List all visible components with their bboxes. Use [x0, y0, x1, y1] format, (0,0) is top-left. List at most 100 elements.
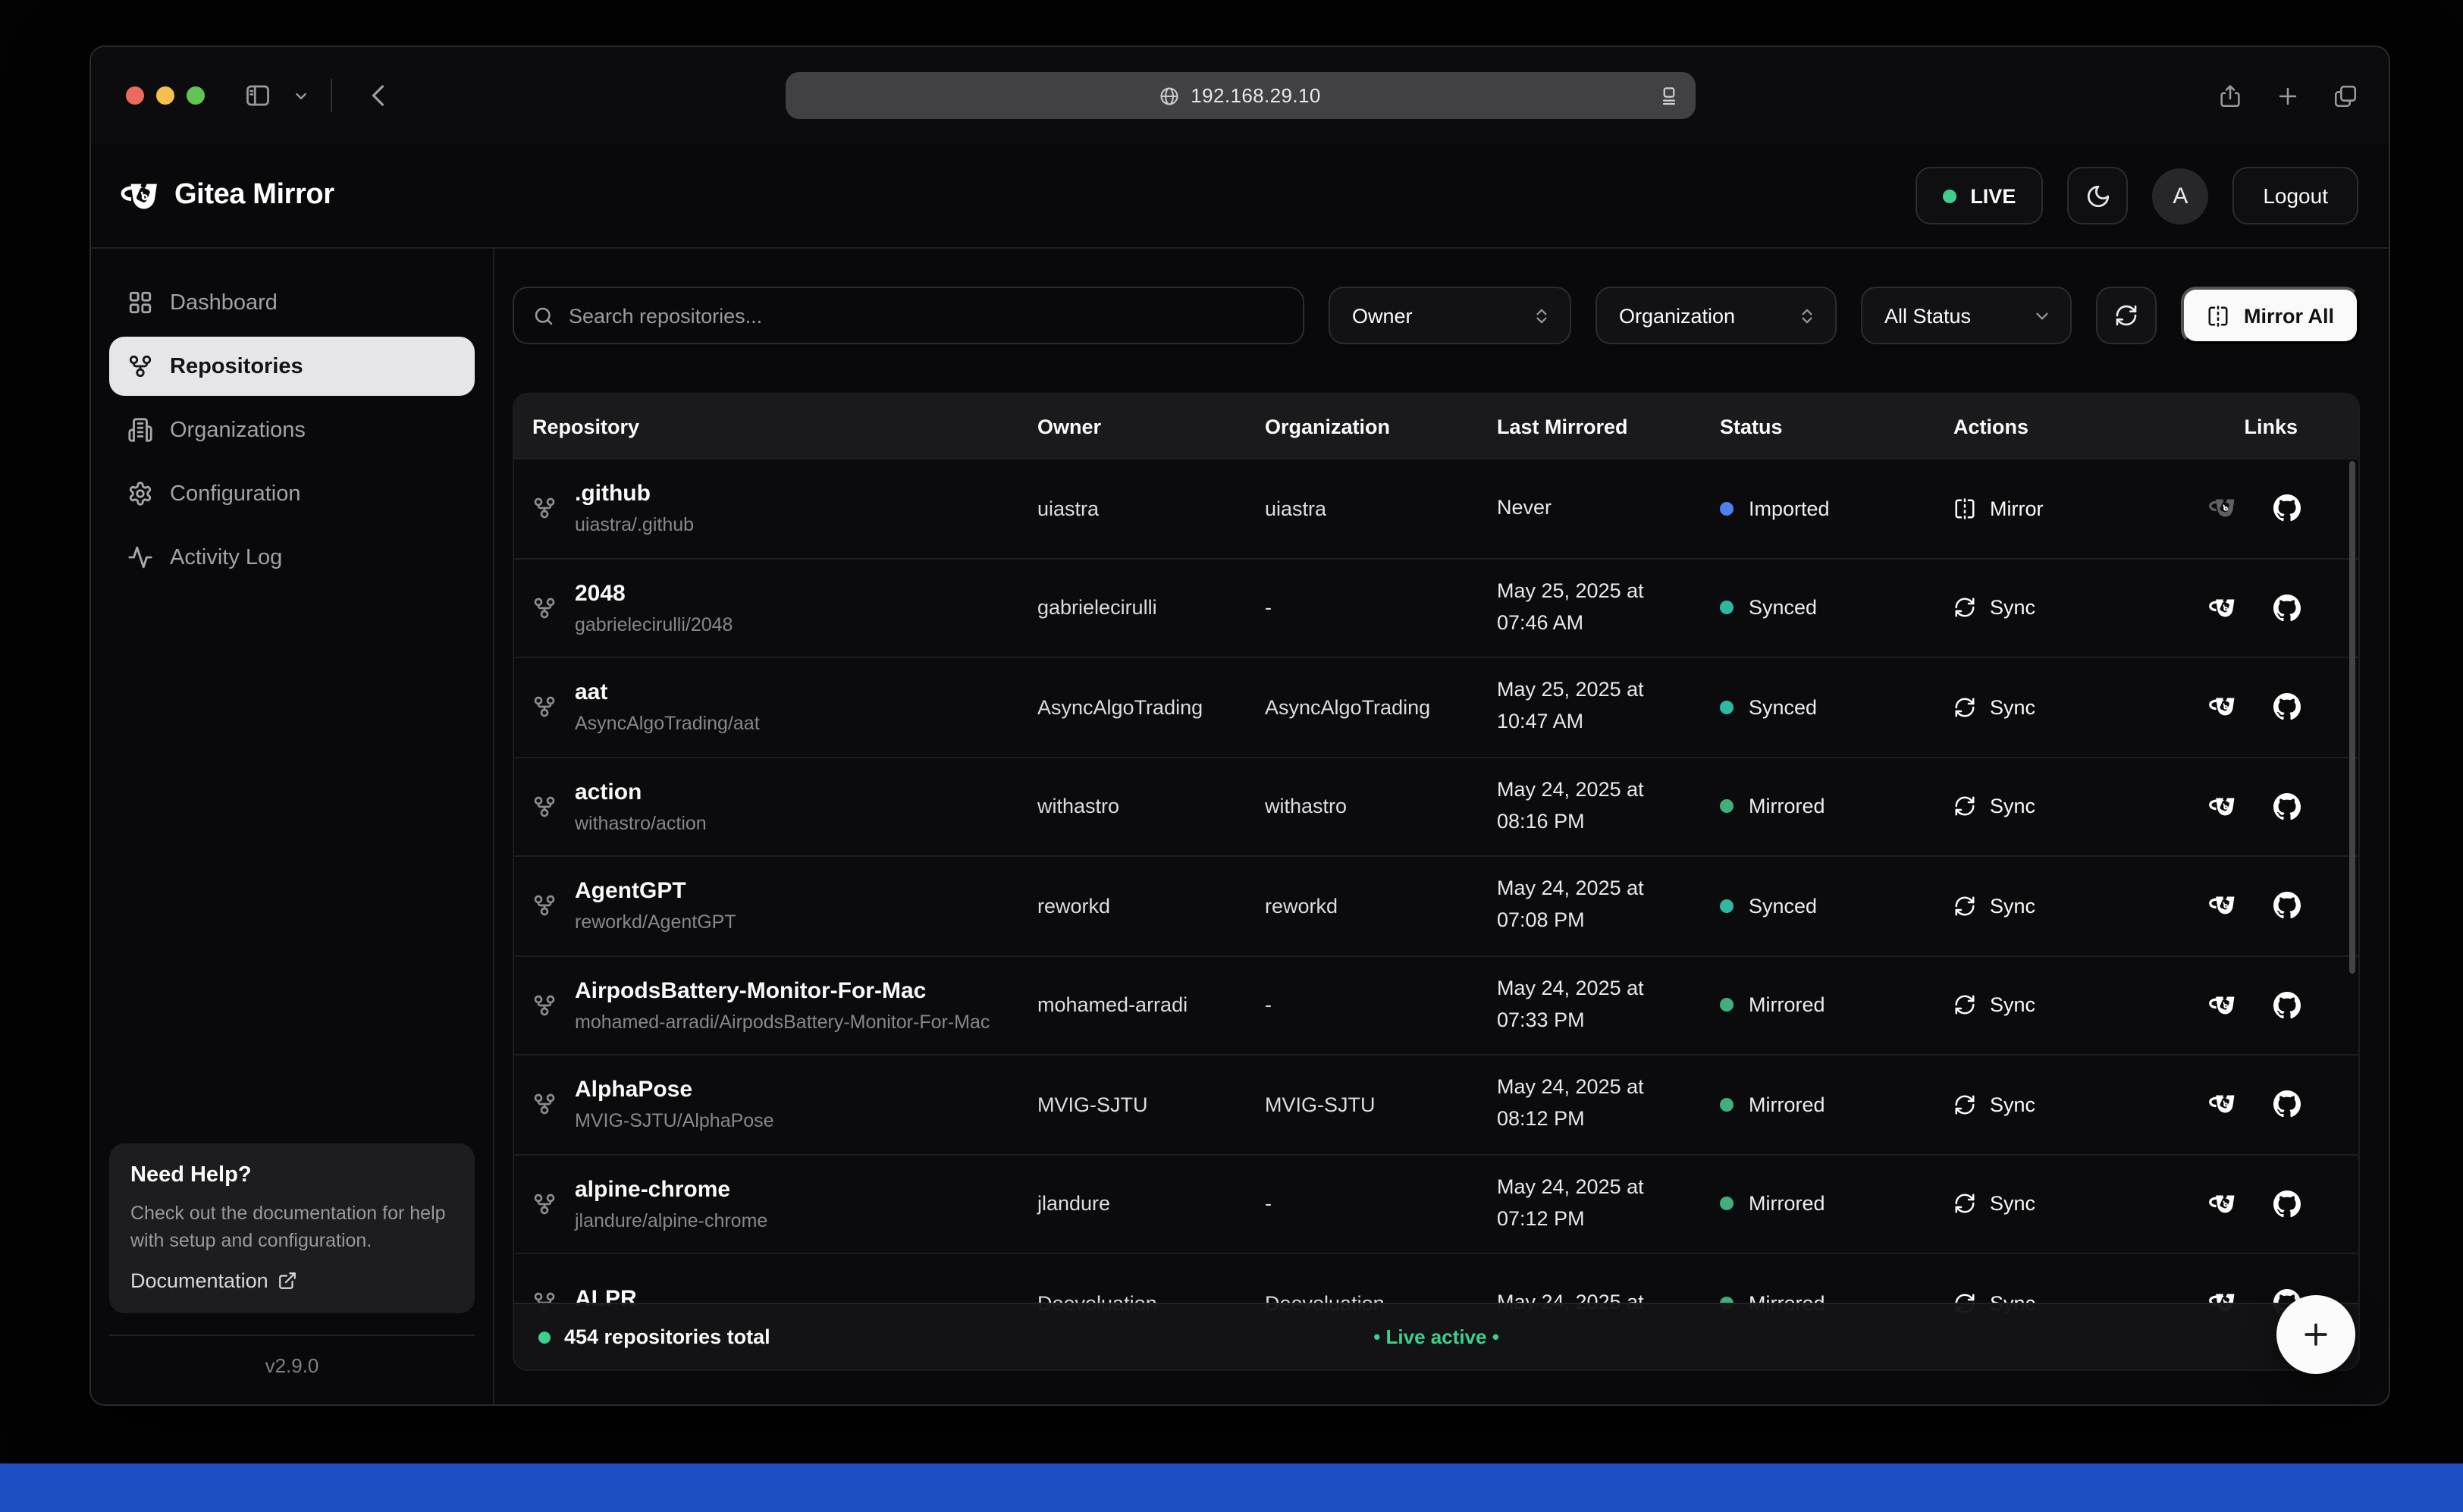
page-settings-icon[interactable] — [1657, 84, 1680, 107]
github-link-button[interactable] — [2273, 793, 2301, 820]
toolbar-divider — [331, 79, 332, 112]
sidebar-item-activity-log[interactable]: Activity Log — [109, 528, 475, 587]
table-scrollbar-thumb[interactable] — [2349, 461, 2355, 974]
column-header-status[interactable]: Status — [1720, 415, 1953, 438]
github-link-button[interactable] — [2273, 594, 2301, 622]
logout-button[interactable]: Logout — [2232, 167, 2358, 224]
address-bar[interactable]: 192.168.29.10 — [785, 72, 1695, 119]
gitea-link-button[interactable] — [2208, 694, 2237, 721]
table-row[interactable]: action withastro/action withastro withas… — [514, 756, 2358, 855]
row-action-button[interactable]: Sync — [1953, 795, 2035, 818]
repo-name[interactable]: AlphaPose — [575, 1077, 774, 1103]
minimize-window-button[interactable] — [156, 86, 174, 105]
table-row[interactable]: aat AsyncAlgoTrading/aat AsyncAlgoTradin… — [514, 657, 2358, 756]
documentation-link[interactable]: Documentation — [130, 1269, 453, 1292]
search-box[interactable] — [513, 287, 1305, 344]
repo-name[interactable]: action — [575, 779, 707, 805]
column-header-organization[interactable]: Organization — [1265, 415, 1497, 438]
action-label: Sync — [1990, 1193, 2035, 1216]
gitea-link-button[interactable] — [2208, 892, 2237, 920]
sync-icon — [1953, 1193, 1976, 1216]
app-brand[interactable]: Gitea Mirror — [120, 177, 334, 215]
github-icon — [2273, 594, 2301, 622]
github-link-button[interactable] — [2273, 1091, 2301, 1118]
status-badge: Mirrored — [1720, 994, 1953, 1017]
table-body: .github uiastra/.github uiastra uiastra … — [514, 458, 2358, 1352]
column-header-links[interactable]: Links — [2187, 415, 2358, 438]
chevron-down-icon — [2033, 306, 2053, 325]
avatar[interactable]: A — [2152, 168, 2208, 224]
share-icon[interactable] — [2217, 83, 2243, 108]
tab-overview-icon[interactable] — [2333, 83, 2358, 108]
column-header-owner[interactable]: Owner — [1037, 415, 1265, 438]
table-row[interactable]: alpine-chrome jlandure/alpine-chrome jla… — [514, 1153, 2358, 1253]
help-card: Need Help? Check out the documentation f… — [109, 1143, 475, 1314]
close-window-button[interactable] — [126, 86, 144, 105]
table-row[interactable]: 2048 gabrielecirulli/2048 gabrielecirull… — [514, 557, 2358, 657]
gitea-link-button[interactable] — [2208, 1190, 2237, 1218]
row-action-button[interactable]: Sync — [1953, 1193, 2035, 1216]
refresh-button[interactable] — [2097, 287, 2157, 344]
owner-filter-select[interactable]: Owner — [1329, 287, 1572, 344]
sidebar: Dashboard Repositories Organizations — [91, 249, 494, 1404]
repo-name[interactable]: .github — [575, 481, 694, 507]
gitea-link-button[interactable] — [2208, 992, 2237, 1019]
row-action-button[interactable]: Sync — [1953, 994, 2035, 1017]
column-header-actions[interactable]: Actions — [1953, 415, 2187, 438]
live-status-badge[interactable]: LIVE — [1915, 167, 2043, 224]
table-row[interactable]: AgentGPT reworkd/AgentGPT reworkd rework… — [514, 855, 2358, 955]
table-row[interactable]: AlphaPose MVIG-SJTU/AlphaPose MVIG-SJTU … — [514, 1054, 2358, 1153]
gitea-icon — [2208, 1091, 2237, 1118]
status-label: Imported — [1749, 497, 1830, 520]
sidebar-item-repositories[interactable]: Repositories — [109, 337, 475, 396]
row-action-button[interactable]: Mirror — [1953, 497, 2044, 520]
github-link-button[interactable] — [2273, 495, 2301, 522]
gitea-link-button[interactable] — [2208, 1091, 2237, 1118]
total-dot — [538, 1331, 551, 1343]
sidebar-item-dashboard[interactable]: Dashboard — [109, 273, 475, 332]
table-row[interactable]: AirpodsBattery-Monitor-For-Mac mohamed-a… — [514, 955, 2358, 1054]
github-link-button[interactable] — [2273, 992, 2301, 1019]
sidebar-toggle-icon[interactable] — [244, 82, 271, 109]
repo-name[interactable]: alpine-chrome — [575, 1176, 767, 1203]
repo-organization: reworkd — [1265, 895, 1497, 918]
git-fork-icon — [532, 894, 557, 918]
sidebar-item-organizations[interactable]: Organizations — [109, 400, 475, 460]
row-action-button[interactable]: Sync — [1953, 895, 2035, 918]
new-tab-icon[interactable] — [2275, 83, 2301, 108]
gitea-icon — [2208, 1190, 2237, 1218]
back-button-icon[interactable] — [366, 82, 393, 109]
repo-name[interactable]: AgentGPT — [575, 878, 736, 905]
organization-filter-select[interactable]: Organization — [1596, 287, 1837, 344]
repo-name[interactable]: 2048 — [575, 580, 733, 607]
gitea-link-button[interactable] — [2208, 495, 2237, 522]
repo-name[interactable]: aat — [575, 679, 760, 706]
gitea-link-button[interactable] — [2208, 594, 2237, 622]
repo-name[interactable]: AirpodsBattery-Monitor-For-Mac — [575, 977, 990, 1004]
globe-icon — [1159, 85, 1180, 106]
status-label: Mirrored — [1749, 1093, 1825, 1116]
desktop-wallpaper-strip — [0, 1463, 2463, 1512]
column-header-last-mirrored[interactable]: Last Mirrored — [1497, 415, 1720, 438]
gitea-link-button[interactable] — [2208, 793, 2237, 820]
chevron-down-icon[interactable] — [293, 87, 309, 104]
column-header-repository[interactable]: Repository — [514, 415, 1037, 438]
zoom-window-button[interactable] — [187, 86, 205, 105]
mirror-all-button[interactable]: Mirror All — [2182, 287, 2360, 344]
row-action-button[interactable]: Sync — [1953, 597, 2035, 620]
table-footer: 454 repositories total • Live active • — [514, 1303, 2358, 1369]
row-action-button[interactable]: Sync — [1953, 696, 2035, 719]
table-row[interactable]: .github uiastra/.github uiastra uiastra … — [514, 458, 2358, 557]
window-controls — [126, 86, 205, 105]
status-badge: Synced — [1720, 696, 1953, 719]
theme-toggle-button[interactable] — [2067, 167, 2128, 224]
row-action-button[interactable]: Sync — [1953, 1093, 2035, 1116]
search-input[interactable] — [569, 304, 1285, 327]
github-link-button[interactable] — [2273, 892, 2301, 920]
github-link-button[interactable] — [2273, 1190, 2301, 1218]
status-dot — [1720, 1197, 1734, 1211]
github-link-button[interactable] — [2273, 694, 2301, 721]
add-repository-button[interactable] — [2276, 1295, 2355, 1374]
sidebar-item-configuration[interactable]: Configuration — [109, 464, 475, 523]
status-filter-select[interactable]: All Status — [1862, 287, 2072, 344]
